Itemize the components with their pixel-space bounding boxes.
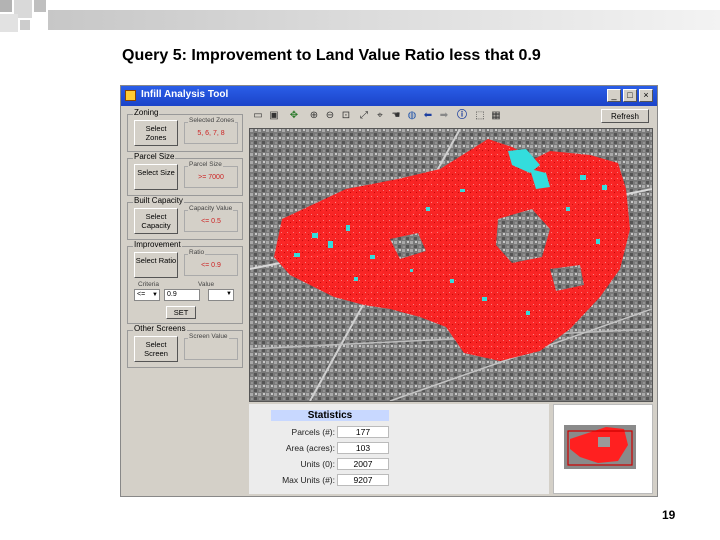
back-icon[interactable]: ⬅ — [421, 109, 435, 123]
statistics-title: Statistics — [271, 410, 389, 421]
zoning-group-label: Zoning — [133, 108, 160, 117]
map-toolbar: ▭ ▣ ✥ ⊕ ⊖ ⊡ ⤢ ⌖ ☚ ◍ ⬅ ➡ ⓘ ⬚ ▦ Refresh — [249, 108, 653, 126]
stat-label-area: Area (acres): — [285, 443, 335, 453]
full-extent-icon[interactable]: ⤢ — [357, 109, 371, 123]
capacity-value-box: Capacity Value <= 0.5 — [184, 205, 238, 232]
clear-icon[interactable]: ▦ — [489, 109, 503, 123]
stat-value-area: 103 — [337, 442, 389, 454]
built-capacity-group: Built Capacity Select Capacity Capacity … — [127, 196, 243, 240]
select-zones-button[interactable]: Select Zones — [134, 120, 178, 146]
slide-corner-decoration — [0, 0, 720, 40]
forward-icon[interactable]: ➡ — [437, 109, 451, 123]
info-icon[interactable]: ⓘ — [455, 109, 469, 123]
zones-value: 5, 6, 7, 8 — [197, 130, 225, 137]
stat-label-parcels: Parcels (#): — [291, 427, 335, 437]
select-icon[interactable]: ⬚ — [473, 109, 487, 123]
size-value-label: Parcel Size — [188, 161, 223, 168]
ratio-value: <= 0.9 — [201, 262, 221, 269]
select-screen-button[interactable]: Select Screen — [134, 336, 178, 362]
zoom-out-icon[interactable]: ⊖ — [323, 109, 337, 123]
window-title: Infill Analysis Tool — [141, 89, 229, 100]
extent-icon[interactable]: ⌖ — [373, 109, 387, 123]
overview-map[interactable] — [553, 404, 653, 494]
app-icon — [125, 90, 136, 101]
value-select[interactable]: ▼ — [208, 289, 234, 301]
stat-value-max-units: 9207 — [337, 474, 389, 486]
improvement-group-label: Improvement — [133, 240, 182, 249]
close-button[interactable]: × — [639, 89, 653, 102]
improvement-group: Improvement Select Ratio Ratio <= 0.9 Cr… — [127, 240, 243, 324]
maximize-button[interactable]: □ — [623, 89, 637, 102]
size-value-box: Parcel Size >= 7000 — [184, 161, 238, 188]
zones-value-label: Selected Zones — [188, 117, 236, 124]
ratio-value-box: Ratio <= 0.9 — [184, 249, 238, 276]
select-size-button[interactable]: Select Size — [134, 164, 178, 190]
screen-value-label: Screen Value — [188, 333, 229, 340]
capacity-value-label: Capacity Value — [188, 205, 234, 212]
open-icon[interactable]: ▭ — [251, 109, 265, 123]
set-button[interactable]: SET — [166, 306, 196, 319]
window-titlebar[interactable]: Infill Analysis Tool _ □ × — [121, 86, 657, 106]
zoning-group: Zoning Select Zones Selected Zones 5, 6,… — [127, 108, 243, 152]
ratio-input[interactable]: 0.9 — [164, 289, 200, 301]
page-number: 19 — [662, 508, 676, 522]
ratio-input-value: 0.9 — [167, 291, 177, 298]
screen-value-box: Screen Value — [184, 333, 238, 360]
refresh-button[interactable]: Refresh — [601, 109, 649, 123]
built-capacity-group-label: Built Capacity — [133, 196, 184, 205]
aerial-map — [250, 129, 652, 401]
parcel-size-group: Parcel Size Select Size Parcel Size >= 7… — [127, 152, 243, 196]
ratio-value-label: Ratio — [188, 249, 206, 256]
criteria-label: Criteria — [138, 281, 159, 288]
zones-value-box: Selected Zones 5, 6, 7, 8 — [184, 117, 238, 144]
app-window: Infill Analysis Tool _ □ × Zoning Select… — [120, 85, 658, 497]
stat-value-parcels: 177 — [337, 426, 389, 438]
stat-label-max-units: Max Units (#): — [282, 475, 335, 485]
map-view[interactable] — [249, 128, 653, 402]
zoom-region-icon[interactable]: ⊡ — [339, 109, 353, 123]
pan-icon[interactable]: ✥ — [287, 109, 301, 123]
select-ratio-button[interactable]: Select Ratio — [134, 252, 178, 278]
minimize-button[interactable]: _ — [607, 89, 621, 102]
overview-thumbnail — [554, 405, 652, 493]
save-icon[interactable]: ▣ — [267, 109, 281, 123]
select-capacity-button[interactable]: Select Capacity — [134, 208, 178, 234]
capacity-value: <= 0.5 — [201, 218, 221, 225]
zoom-in-icon[interactable]: ⊕ — [307, 109, 321, 123]
other-screens-group: Other Screens Select Screen Screen Value — [127, 324, 243, 368]
chevron-down-icon: ▼ — [226, 291, 232, 297]
other-screens-group-label: Other Screens — [133, 324, 187, 333]
stat-label-units: Units (0): — [300, 459, 335, 469]
operator-select[interactable]: <= ▼ — [134, 289, 160, 301]
criteria-panel: Zoning Select Zones Selected Zones 5, 6,… — [125, 108, 245, 496]
slide-title: Query 5: Improvement to Land Value Ratio… — [122, 47, 541, 64]
operator-value: <= — [137, 291, 146, 298]
statistics-panel: Statistics Parcels (#): 177 Area (acres)… — [249, 404, 549, 494]
size-value: >= 7000 — [198, 174, 224, 181]
hand-icon[interactable]: ☚ — [389, 109, 403, 123]
stat-value-units: 2007 — [337, 458, 389, 470]
parcel-size-group-label: Parcel Size — [133, 152, 176, 161]
globe-icon[interactable]: ◍ — [405, 109, 419, 123]
chevron-down-icon: ▼ — [152, 292, 158, 298]
input-label: Value — [198, 281, 215, 288]
